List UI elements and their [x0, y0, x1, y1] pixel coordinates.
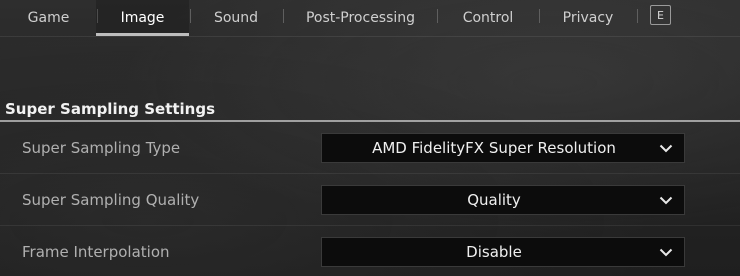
dropdown-value: Quality	[467, 191, 521, 209]
tab-control[interactable]: Control	[438, 0, 538, 36]
next-tab-key-hint[interactable]: E	[650, 5, 671, 25]
tab-label: Sound	[213, 10, 259, 26]
chevron-down-icon	[648, 133, 684, 163]
super-sampling-type-dropdown[interactable]: AMD FidelityFX Super Resolution	[321, 133, 685, 163]
frame-interpolation-dropdown[interactable]: Disable	[321, 237, 685, 267]
setting-label: Super Sampling Quality	[22, 191, 200, 209]
tab-label: Game	[27, 10, 70, 26]
setting-row-super-sampling-quality: Super Sampling Quality Quality	[0, 174, 740, 226]
chevron-down-icon	[648, 185, 684, 215]
setting-row-frame-interpolation: Frame Interpolation Disable	[0, 226, 740, 276]
tab-label: Control	[462, 10, 514, 26]
setting-label: Frame Interpolation	[22, 243, 170, 261]
tab-label: Privacy	[562, 10, 614, 26]
tab-game[interactable]: Game	[0, 0, 97, 36]
tab-bar-divider	[0, 36, 740, 37]
tab-label: Image	[120, 10, 165, 26]
tab-label: Post-Processing	[305, 10, 416, 26]
tab-privacy[interactable]: Privacy	[540, 0, 636, 36]
section-title: Super Sampling Settings	[5, 100, 216, 118]
setting-label: Super Sampling Type	[22, 139, 181, 157]
super-sampling-quality-dropdown[interactable]: Quality	[321, 185, 685, 215]
setting-row-super-sampling-type: Super Sampling Type AMD FidelityFX Super…	[0, 122, 740, 174]
chevron-down-icon	[648, 237, 684, 267]
tab-post-processing[interactable]: Post-Processing	[284, 0, 437, 36]
dropdown-value: AMD FidelityFX Super Resolution	[372, 139, 616, 157]
dropdown-value: Disable	[466, 243, 522, 261]
tab-separator	[637, 9, 638, 23]
settings-tab-bar: Game Image Sound Post-Processing Control…	[0, 0, 740, 36]
tab-image[interactable]: Image	[96, 0, 189, 36]
tab-sound[interactable]: Sound	[190, 0, 282, 36]
